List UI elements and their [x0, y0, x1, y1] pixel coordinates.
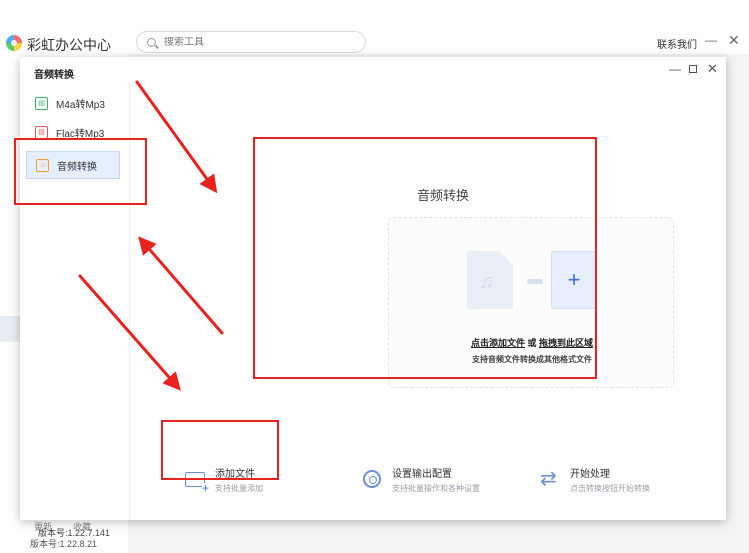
arrow-to-drop-zone — [135, 80, 218, 194]
arrow-to-add-files — [78, 274, 181, 391]
arrow-to-sidebar — [138, 236, 224, 335]
annotation-arrows — [78, 80, 224, 391]
